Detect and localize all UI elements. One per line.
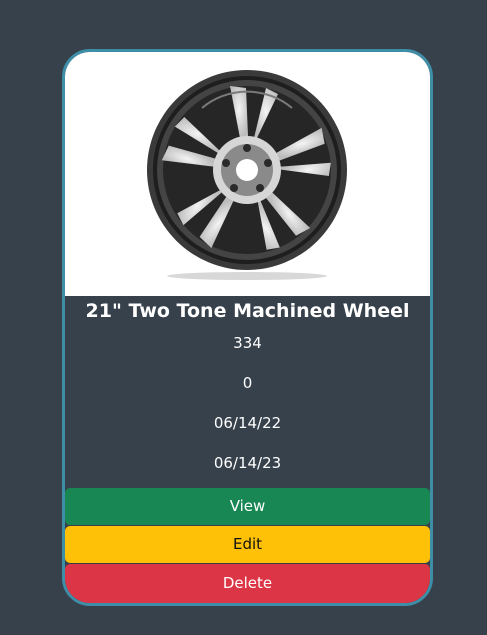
product-field-4: 06/14/23 — [213, 454, 282, 472]
edit-button[interactable]: Edit — [65, 526, 430, 563]
product-card: 21" Two Tone Machined Wheel 334 0 06/14/… — [62, 49, 433, 606]
product-field-1: 334 — [233, 334, 262, 352]
product-title: 21" Two Tone Machined Wheel — [85, 300, 410, 322]
wheel-rim-icon — [147, 70, 347, 280]
product-image — [65, 52, 430, 296]
view-button[interactable]: View — [65, 488, 430, 525]
product-field-3: 06/14/22 — [213, 414, 282, 432]
delete-button[interactable]: Delete — [65, 564, 430, 603]
product-field-2: 0 — [242, 374, 253, 392]
